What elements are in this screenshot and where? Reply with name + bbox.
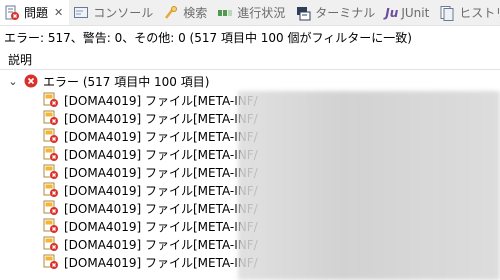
terminal-icon (297, 6, 311, 20)
error-icon (24, 74, 38, 88)
problem-message: [DOMA4019] ファイル[META-INF/ (64, 129, 258, 144)
chevron-down-icon[interactable]: ⌄ (4, 75, 22, 88)
tab-progress[interactable]: 進行状況 (213, 0, 291, 25)
file-error-icon (43, 164, 58, 179)
column-header-description[interactable]: 説明 (0, 49, 500, 70)
problem-message: [DOMA4019] ファイル[META-INF/ (64, 111, 258, 126)
problem-message: [DOMA4019] ファイル[META-INF/ (64, 201, 258, 216)
tab-label: 検索 (183, 6, 208, 20)
column-header-label: 説明 (8, 52, 33, 67)
file-error-icon (43, 110, 58, 125)
view-tab-bar: 問題 ✕ コンソール 検索 進行状況 ターミナル Ju JUnit ヒスト (0, 0, 500, 26)
file-error-icon (43, 236, 58, 251)
tab-junit[interactable]: Ju JUnit (381, 0, 435, 25)
file-error-icon (43, 128, 58, 143)
tab-label: コンソール (93, 6, 154, 20)
console-icon (74, 6, 89, 18)
problems-icon (5, 5, 19, 20)
problem-message: [DOMA4019] ファイル[META-INF/ (64, 255, 258, 270)
tab-history[interactable]: ヒストリー (435, 0, 500, 25)
tab-label: 問題 (24, 6, 49, 20)
file-error-icon (43, 92, 58, 107)
file-error-icon (43, 182, 58, 197)
file-error-icon (43, 200, 58, 215)
problem-message: [DOMA4019] ファイル[META-INF/ (64, 165, 258, 180)
error-group[interactable]: ⌄ エラー (517 項目中 100 項目) (0, 71, 209, 91)
tab-problems[interactable]: 問題 ✕ (0, 0, 70, 25)
problem-message: [DOMA4019] ファイル[META-INF/ (64, 183, 258, 198)
problem-message: [DOMA4019] ファイル[META-INF/ (64, 93, 258, 108)
close-icon[interactable]: ✕ (54, 6, 63, 19)
tab-console[interactable]: コンソール (69, 0, 159, 25)
history-icon (440, 5, 454, 21)
problem-message: [DOMA4019] ファイル[META-INF/ (64, 237, 258, 252)
file-error-icon (43, 146, 58, 161)
problem-message: [DOMA4019] ファイル[META-INF/ (64, 219, 258, 234)
progress-icon (218, 9, 233, 16)
tab-label: 進行状況 (237, 6, 286, 20)
redacted-area (238, 91, 500, 280)
problem-message: [DOMA4019] ファイル[META-INF/ (64, 147, 258, 162)
problems-summary: エラー: 517、警告: 0、その他: 0 (517 項目中 100 個がフィル… (4, 31, 412, 45)
junit-icon: Ju (385, 5, 399, 20)
tab-label: JUnit (401, 5, 430, 20)
tab-label: ヒストリー (459, 6, 500, 20)
file-error-icon (43, 254, 58, 269)
error-group-label: エラー (517 項目中 100 項目) (43, 74, 210, 89)
tab-search[interactable]: 検索 (159, 0, 213, 25)
tab-label: ターミナル (315, 6, 376, 20)
file-error-icon (43, 218, 58, 233)
search-icon (165, 5, 178, 19)
tab-terminal[interactable]: ターミナル (291, 0, 381, 25)
